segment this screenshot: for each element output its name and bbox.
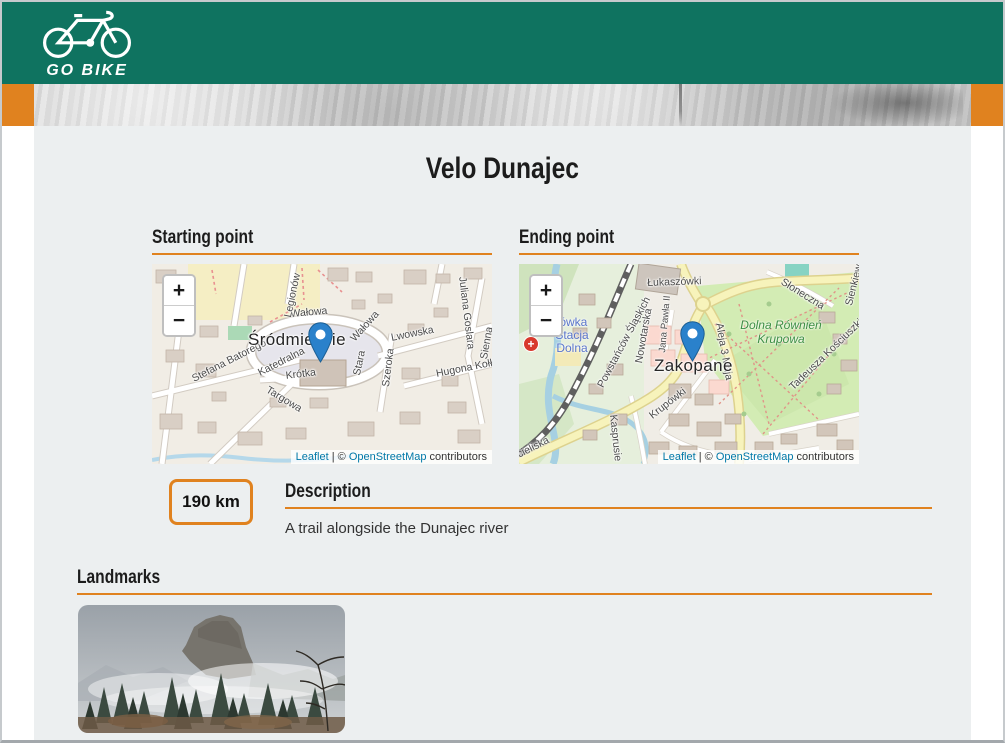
page: GO BIKE Velo Dunajec Starting point Endi… xyxy=(0,0,1005,743)
zoom-control: + − xyxy=(529,274,563,337)
main-content: Velo Dunajec Starting point Ending point xyxy=(34,126,971,740)
starting-point-heading: Starting point xyxy=(152,227,492,255)
end-map-tiles xyxy=(519,264,859,464)
openstreetmap-link[interactable]: OpenStreetMap xyxy=(349,451,427,463)
map-attribution: Leaflet | © OpenStreetMap contributors xyxy=(291,450,492,464)
hospital-icon: + xyxy=(523,336,539,352)
zoom-out-button[interactable]: − xyxy=(164,305,194,335)
banner xyxy=(2,84,1003,126)
description-heading: Description xyxy=(285,481,932,509)
distance-badge: 190 km xyxy=(169,479,253,525)
ending-point-heading-text: Ending point xyxy=(519,227,614,249)
attribution-divider: | © xyxy=(329,451,349,463)
brand-logo[interactable]: GO BIKE xyxy=(39,6,135,82)
attribution-divider: | © xyxy=(696,451,716,463)
description-text: A trail alongside the Dunajec river xyxy=(285,520,508,537)
distance-value: 190 km xyxy=(182,492,240,512)
zoom-out-button[interactable]: − xyxy=(531,305,561,335)
landmark-photo xyxy=(78,605,345,733)
brand-name: GO BIKE xyxy=(39,62,135,80)
banner-dark-blotch xyxy=(833,84,963,126)
page-title: Velo Dunajec xyxy=(34,152,971,186)
starting-point-heading-text: Starting point xyxy=(152,227,253,249)
bicycle-icon xyxy=(39,6,135,62)
attribution-suffix: contributors xyxy=(793,451,854,463)
map-attribution: Leaflet | © OpenStreetMap contributors xyxy=(658,450,859,464)
banner-scratch xyxy=(679,84,682,126)
zoom-in-button[interactable]: + xyxy=(164,276,194,305)
leaflet-link[interactable]: Leaflet xyxy=(296,451,329,463)
ending-point-heading: Ending point xyxy=(519,227,859,255)
banner-corner-right xyxy=(971,84,1003,126)
site-header: GO BIKE xyxy=(2,2,1003,84)
start-map-tiles xyxy=(152,264,492,464)
description-heading-text: Description xyxy=(285,481,371,503)
landmark-photo-image xyxy=(78,605,345,733)
banner-corner-left xyxy=(2,84,34,126)
start-marker-icon[interactable] xyxy=(308,322,333,363)
page-title-text: Velo Dunajec xyxy=(426,152,579,186)
zoom-control: + − xyxy=(162,274,196,337)
leaflet-link[interactable]: Leaflet xyxy=(663,451,696,463)
zoom-in-button[interactable]: + xyxy=(531,276,561,305)
end-marker-icon[interactable] xyxy=(680,321,705,362)
attribution-suffix: contributors xyxy=(426,451,487,463)
openstreetmap-link[interactable]: OpenStreetMap xyxy=(716,451,794,463)
banner-texture-image xyxy=(34,84,971,126)
landmarks-heading-text: Landmarks xyxy=(77,567,160,589)
landmarks-heading: Landmarks xyxy=(77,567,932,595)
starting-point-map[interactable]: Wałowa Wałowa Katedralna Krótka Targowa … xyxy=(152,264,492,464)
ending-point-map[interactable]: Łukaszówki Powstańców Śląskich Nowotarsk… xyxy=(519,264,859,464)
